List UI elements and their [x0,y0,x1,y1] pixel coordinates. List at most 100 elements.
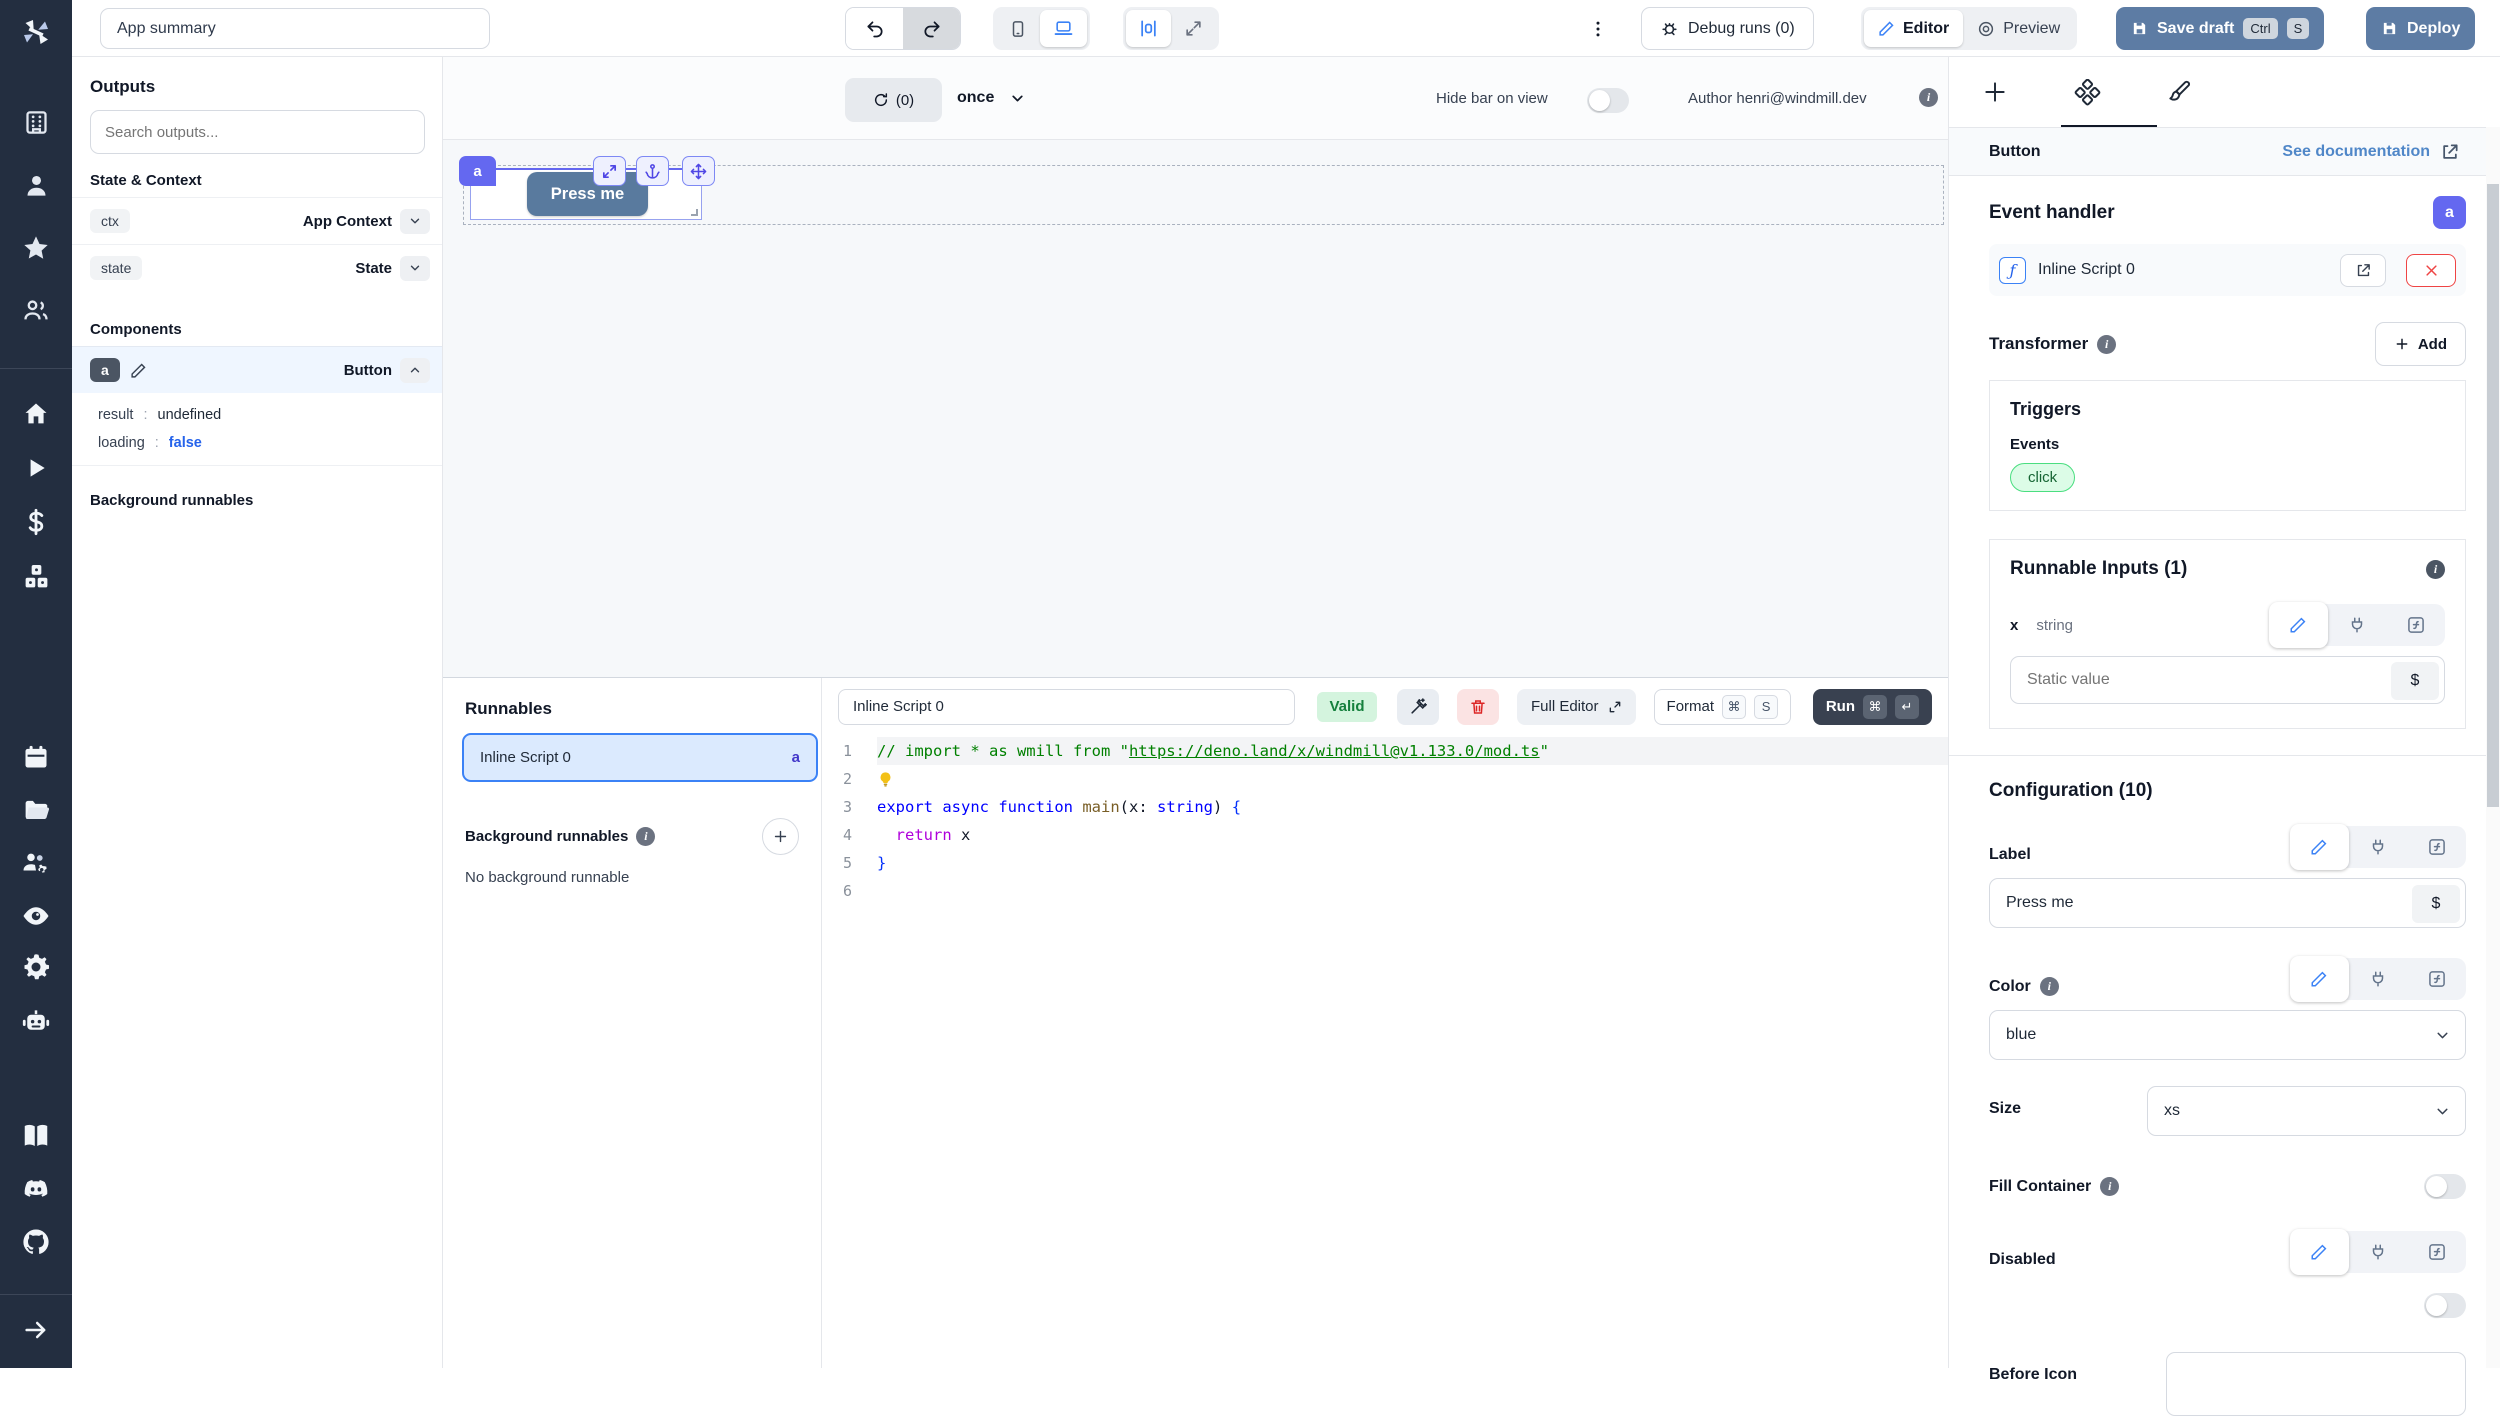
app-summary-input[interactable] [100,8,490,49]
preview-tab[interactable]: Preview [1963,10,2074,47]
collapse-arrow-icon[interactable] [0,1316,72,1344]
panel-scrollbar[interactable] [2486,127,2500,1368]
groups-icon[interactable] [0,296,72,324]
connect-mode-button[interactable] [2349,958,2408,1000]
pencil-icon [2310,1243,2328,1261]
label-value-input[interactable] [1990,879,2465,927]
run-mode-select[interactable]: once [957,89,994,107]
chevron-down-icon[interactable] [1009,90,1026,107]
settings-gear-icon[interactable] [0,952,72,982]
template-dollar-button[interactable]: $ [2412,885,2460,923]
open-script-button[interactable] [2340,254,2386,287]
inline-script-item[interactable]: Inline Script 0 a [462,733,818,782]
center-align-button[interactable] [1126,10,1171,47]
info-icon[interactable]: i [1919,88,1938,107]
before-icon-select[interactable] [2166,1352,2466,1416]
static-mode-button[interactable] [2269,602,2328,648]
workers-icon[interactable] [0,848,72,878]
template-dollar-button[interactable]: $ [2391,662,2439,700]
lightbulb-icon[interactable] [877,771,894,788]
runs-play-icon[interactable] [0,455,72,481]
format-button[interactable]: Format ⌘ S [1654,689,1792,725]
deploy-button[interactable]: Deploy [2366,7,2475,50]
connect-mode-button[interactable] [2349,1231,2408,1273]
eval-mode-button[interactable] [2407,1231,2466,1273]
undo-button[interactable] [846,8,903,49]
anchor-handle[interactable] [636,156,669,186]
disabled-toggle[interactable] [2424,1293,2466,1318]
component-collapse-button[interactable] [400,358,430,383]
search-outputs-input[interactable] [90,110,425,154]
favorites-star-icon[interactable] [0,234,72,262]
hide-bar-toggle[interactable] [1587,88,1629,113]
app-canvas[interactable]: a Press me [443,140,1948,678]
save-icon [2381,20,2398,37]
remove-script-button[interactable] [2406,254,2456,287]
full-editor-button[interactable]: Full Editor [1517,689,1636,725]
color-select[interactable]: blue [1989,1010,2466,1060]
eval-mode-button[interactable] [2407,826,2466,868]
eval-mode-button[interactable] [2386,604,2445,646]
tab-styling[interactable] [2133,79,2225,105]
info-icon[interactable]: i [2100,1177,2119,1196]
audit-eye-icon[interactable] [0,901,72,931]
windmill-logo[interactable] [0,14,72,50]
docs-book-icon[interactable] [0,1121,72,1151]
info-icon[interactable]: i [636,827,655,846]
eval-mode-button[interactable] [2407,958,2466,1000]
static-value-input[interactable] [2011,657,2444,703]
discord-icon[interactable] [0,1174,72,1204]
ctx-row[interactable]: ctx App Context [72,197,442,244]
folders-icon[interactable] [0,796,72,825]
user-icon[interactable] [0,172,72,199]
static-mode-button[interactable] [2290,824,2349,870]
move-handle[interactable] [682,156,715,186]
resources-cubes-icon[interactable] [0,562,72,591]
delete-script-button[interactable] [1457,689,1499,725]
add-background-runnable-button[interactable] [762,818,799,855]
code-editor[interactable]: 1 // import * as wmill from "https://den… [822,737,1948,905]
size-select[interactable]: xs [2147,1086,2466,1136]
home-icon[interactable] [0,400,72,428]
info-icon[interactable]: i [2426,560,2445,579]
info-icon[interactable]: i [2097,335,2116,354]
ctx-expand-button[interactable] [400,209,430,234]
tab-component-settings[interactable] [2041,79,2133,106]
desktop-view-button[interactable] [1040,10,1087,47]
github-icon[interactable] [0,1227,72,1257]
static-mode-button[interactable] [2290,956,2349,1002]
fill-container-toggle[interactable] [2424,1174,2466,1199]
connect-mode-button[interactable] [2328,604,2387,646]
debug-runs-button[interactable]: Debug runs (0) [1641,7,1814,50]
state-row[interactable]: state State [72,244,442,291]
component-a-row[interactable]: a Button [72,346,442,393]
run-button[interactable]: Run ⌘ ↵ [1813,689,1932,725]
scrollbar-thumb[interactable] [2487,184,2499,807]
more-options-kebab[interactable] [1588,7,1608,50]
press-me-button[interactable]: Press me [527,172,648,216]
static-mode-button[interactable] [2290,1229,2349,1275]
see-documentation-link[interactable]: See documentation [2282,142,2460,162]
redo-button[interactable] [903,8,960,49]
schedules-calendar-icon[interactable] [0,743,72,771]
triggers-card: Triggers Events click [1989,380,2466,511]
ai-wand-button[interactable] [1397,689,1439,725]
state-expand-button[interactable] [400,256,430,281]
add-transformer-button[interactable]: Add [2375,322,2466,366]
refresh-count-button[interactable]: (0) [845,78,942,122]
fullwidth-button[interactable] [1171,10,1216,47]
resize-corner-handle[interactable] [688,206,698,216]
variables-dollar-icon[interactable] [0,508,72,536]
save-draft-button[interactable]: Save draft Ctrl S [2116,7,2324,50]
editor-tab[interactable]: Editor [1864,10,1963,47]
rename-pencil-icon[interactable] [130,362,147,379]
info-icon[interactable]: i [2040,977,2059,996]
mobile-view-button[interactable] [996,10,1040,47]
script-name-input[interactable] [838,689,1295,725]
connect-mode-button[interactable] [2349,826,2408,868]
expand-handle[interactable] [593,156,626,186]
event-script-card[interactable]: ƒ Inline Script 0 [1989,244,2466,296]
tab-insert-component[interactable] [1949,79,2041,105]
workspace-icon[interactable] [0,109,72,136]
ai-robot-icon[interactable] [0,1006,72,1036]
